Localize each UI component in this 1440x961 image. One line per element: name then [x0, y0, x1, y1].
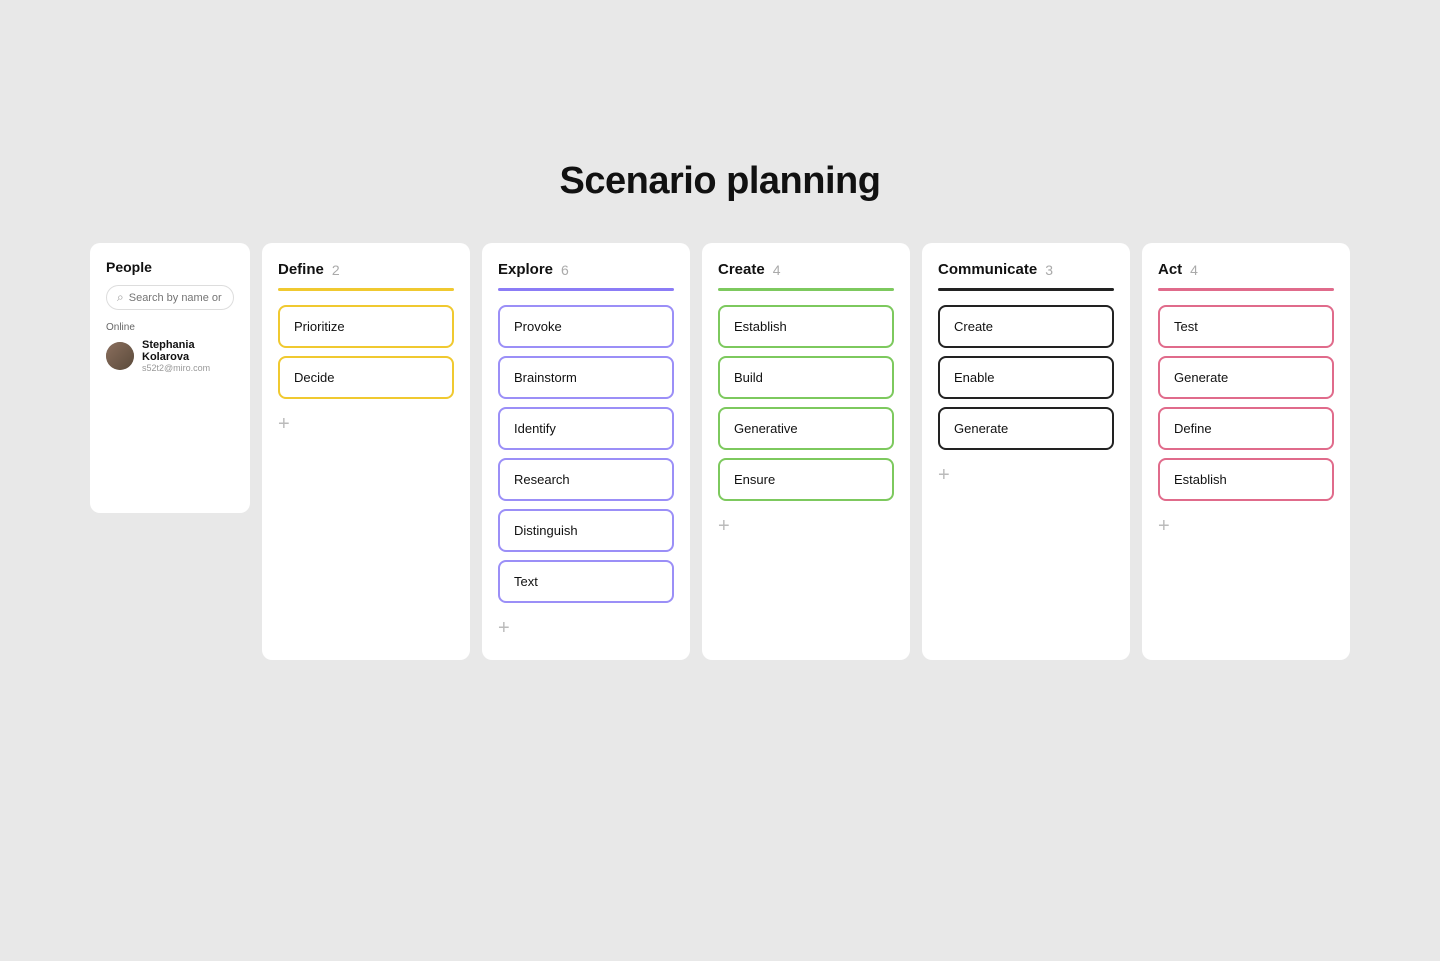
column-header-create: Create 4: [718, 261, 894, 278]
card-act-3[interactable]: Establish: [1158, 458, 1334, 501]
people-panel: People ⌕ Online Stephania Kolarova s52t2…: [90, 243, 250, 513]
card-act-1[interactable]: Generate: [1158, 356, 1334, 399]
column-header-define: Define 2: [278, 261, 454, 278]
column-explore: Explore 6 Provoke Brainstorm Identify Researc…: [482, 243, 690, 660]
column-title-define: Define: [278, 261, 324, 278]
column-divider-act: [1158, 288, 1334, 291]
search-icon: ⌕: [117, 290, 124, 305]
column-count-define: 2: [332, 262, 340, 278]
add-card-button-define[interactable]: +: [278, 411, 290, 438]
card-create-2[interactable]: Generative: [718, 407, 894, 450]
column-act: Act 4 Test Generate Define Establish +: [1142, 243, 1350, 660]
card-explore-4[interactable]: Distinguish: [498, 509, 674, 552]
column-title-create: Create: [718, 261, 765, 278]
card-explore-1[interactable]: Brainstorm: [498, 356, 674, 399]
card-communicate-0[interactable]: Create: [938, 305, 1114, 348]
card-act-2[interactable]: Define: [1158, 407, 1334, 450]
card-create-1[interactable]: Build: [718, 356, 894, 399]
column-communicate: Communicate 3 Create Enable Generate +: [922, 243, 1130, 660]
column-define: Define 2 Prioritize Decide +: [262, 243, 470, 660]
cards-create: Establish Build Generative Ensure: [718, 305, 894, 501]
card-communicate-2[interactable]: Generate: [938, 407, 1114, 450]
add-card-button-explore[interactable]: +: [498, 615, 510, 642]
card-explore-2[interactable]: Identify: [498, 407, 674, 450]
column-count-communicate: 3: [1045, 262, 1053, 278]
columns-container: Define 2 Prioritize Decide + Explore 6 Provoke B…: [262, 243, 1350, 660]
column-divider-define: [278, 288, 454, 291]
search-box: ⌕: [106, 285, 234, 310]
user-row: Stephania Kolarova s52t2@miro.com: [106, 339, 234, 373]
add-card-button-create[interactable]: +: [718, 513, 730, 540]
online-label: Online: [106, 322, 234, 333]
people-title: People: [106, 259, 234, 275]
card-explore-3[interactable]: Research: [498, 458, 674, 501]
card-communicate-1[interactable]: Enable: [938, 356, 1114, 399]
user-info: Stephania Kolarova s52t2@miro.com: [142, 339, 234, 373]
card-explore-0[interactable]: Provoke: [498, 305, 674, 348]
avatar: [106, 342, 134, 370]
cards-act: Test Generate Define Establish: [1158, 305, 1334, 501]
card-create-3[interactable]: Ensure: [718, 458, 894, 501]
board: People ⌕ Online Stephania Kolarova s52t2…: [90, 243, 1350, 660]
column-header-explore: Explore 6: [498, 261, 674, 278]
page-title: Scenario planning: [560, 160, 881, 203]
user-name: Stephania Kolarova: [142, 339, 234, 363]
column-count-explore: 6: [561, 262, 569, 278]
column-title-act: Act: [1158, 261, 1182, 278]
column-title-explore: Explore: [498, 261, 553, 278]
card-define-1[interactable]: Decide: [278, 356, 454, 399]
cards-explore: Provoke Brainstorm Identify Research Disting…: [498, 305, 674, 603]
user-email: s52t2@miro.com: [142, 363, 234, 373]
search-input[interactable]: [129, 292, 223, 304]
card-explore-5[interactable]: Text: [498, 560, 674, 603]
column-header-act: Act 4: [1158, 261, 1334, 278]
card-create-0[interactable]: Establish: [718, 305, 894, 348]
cards-communicate: Create Enable Generate: [938, 305, 1114, 450]
column-divider-explore: [498, 288, 674, 291]
add-card-button-act[interactable]: +: [1158, 513, 1170, 540]
card-define-0[interactable]: Prioritize: [278, 305, 454, 348]
column-title-communicate: Communicate: [938, 261, 1037, 278]
column-count-create: 4: [773, 262, 781, 278]
column-divider-create: [718, 288, 894, 291]
card-act-0[interactable]: Test: [1158, 305, 1334, 348]
cards-define: Prioritize Decide: [278, 305, 454, 399]
column-header-communicate: Communicate 3: [938, 261, 1114, 278]
add-card-button-communicate[interactable]: +: [938, 462, 950, 489]
column-create: Create 4 Establish Build Generative Ensure +: [702, 243, 910, 660]
column-divider-communicate: [938, 288, 1114, 291]
column-count-act: 4: [1190, 262, 1198, 278]
